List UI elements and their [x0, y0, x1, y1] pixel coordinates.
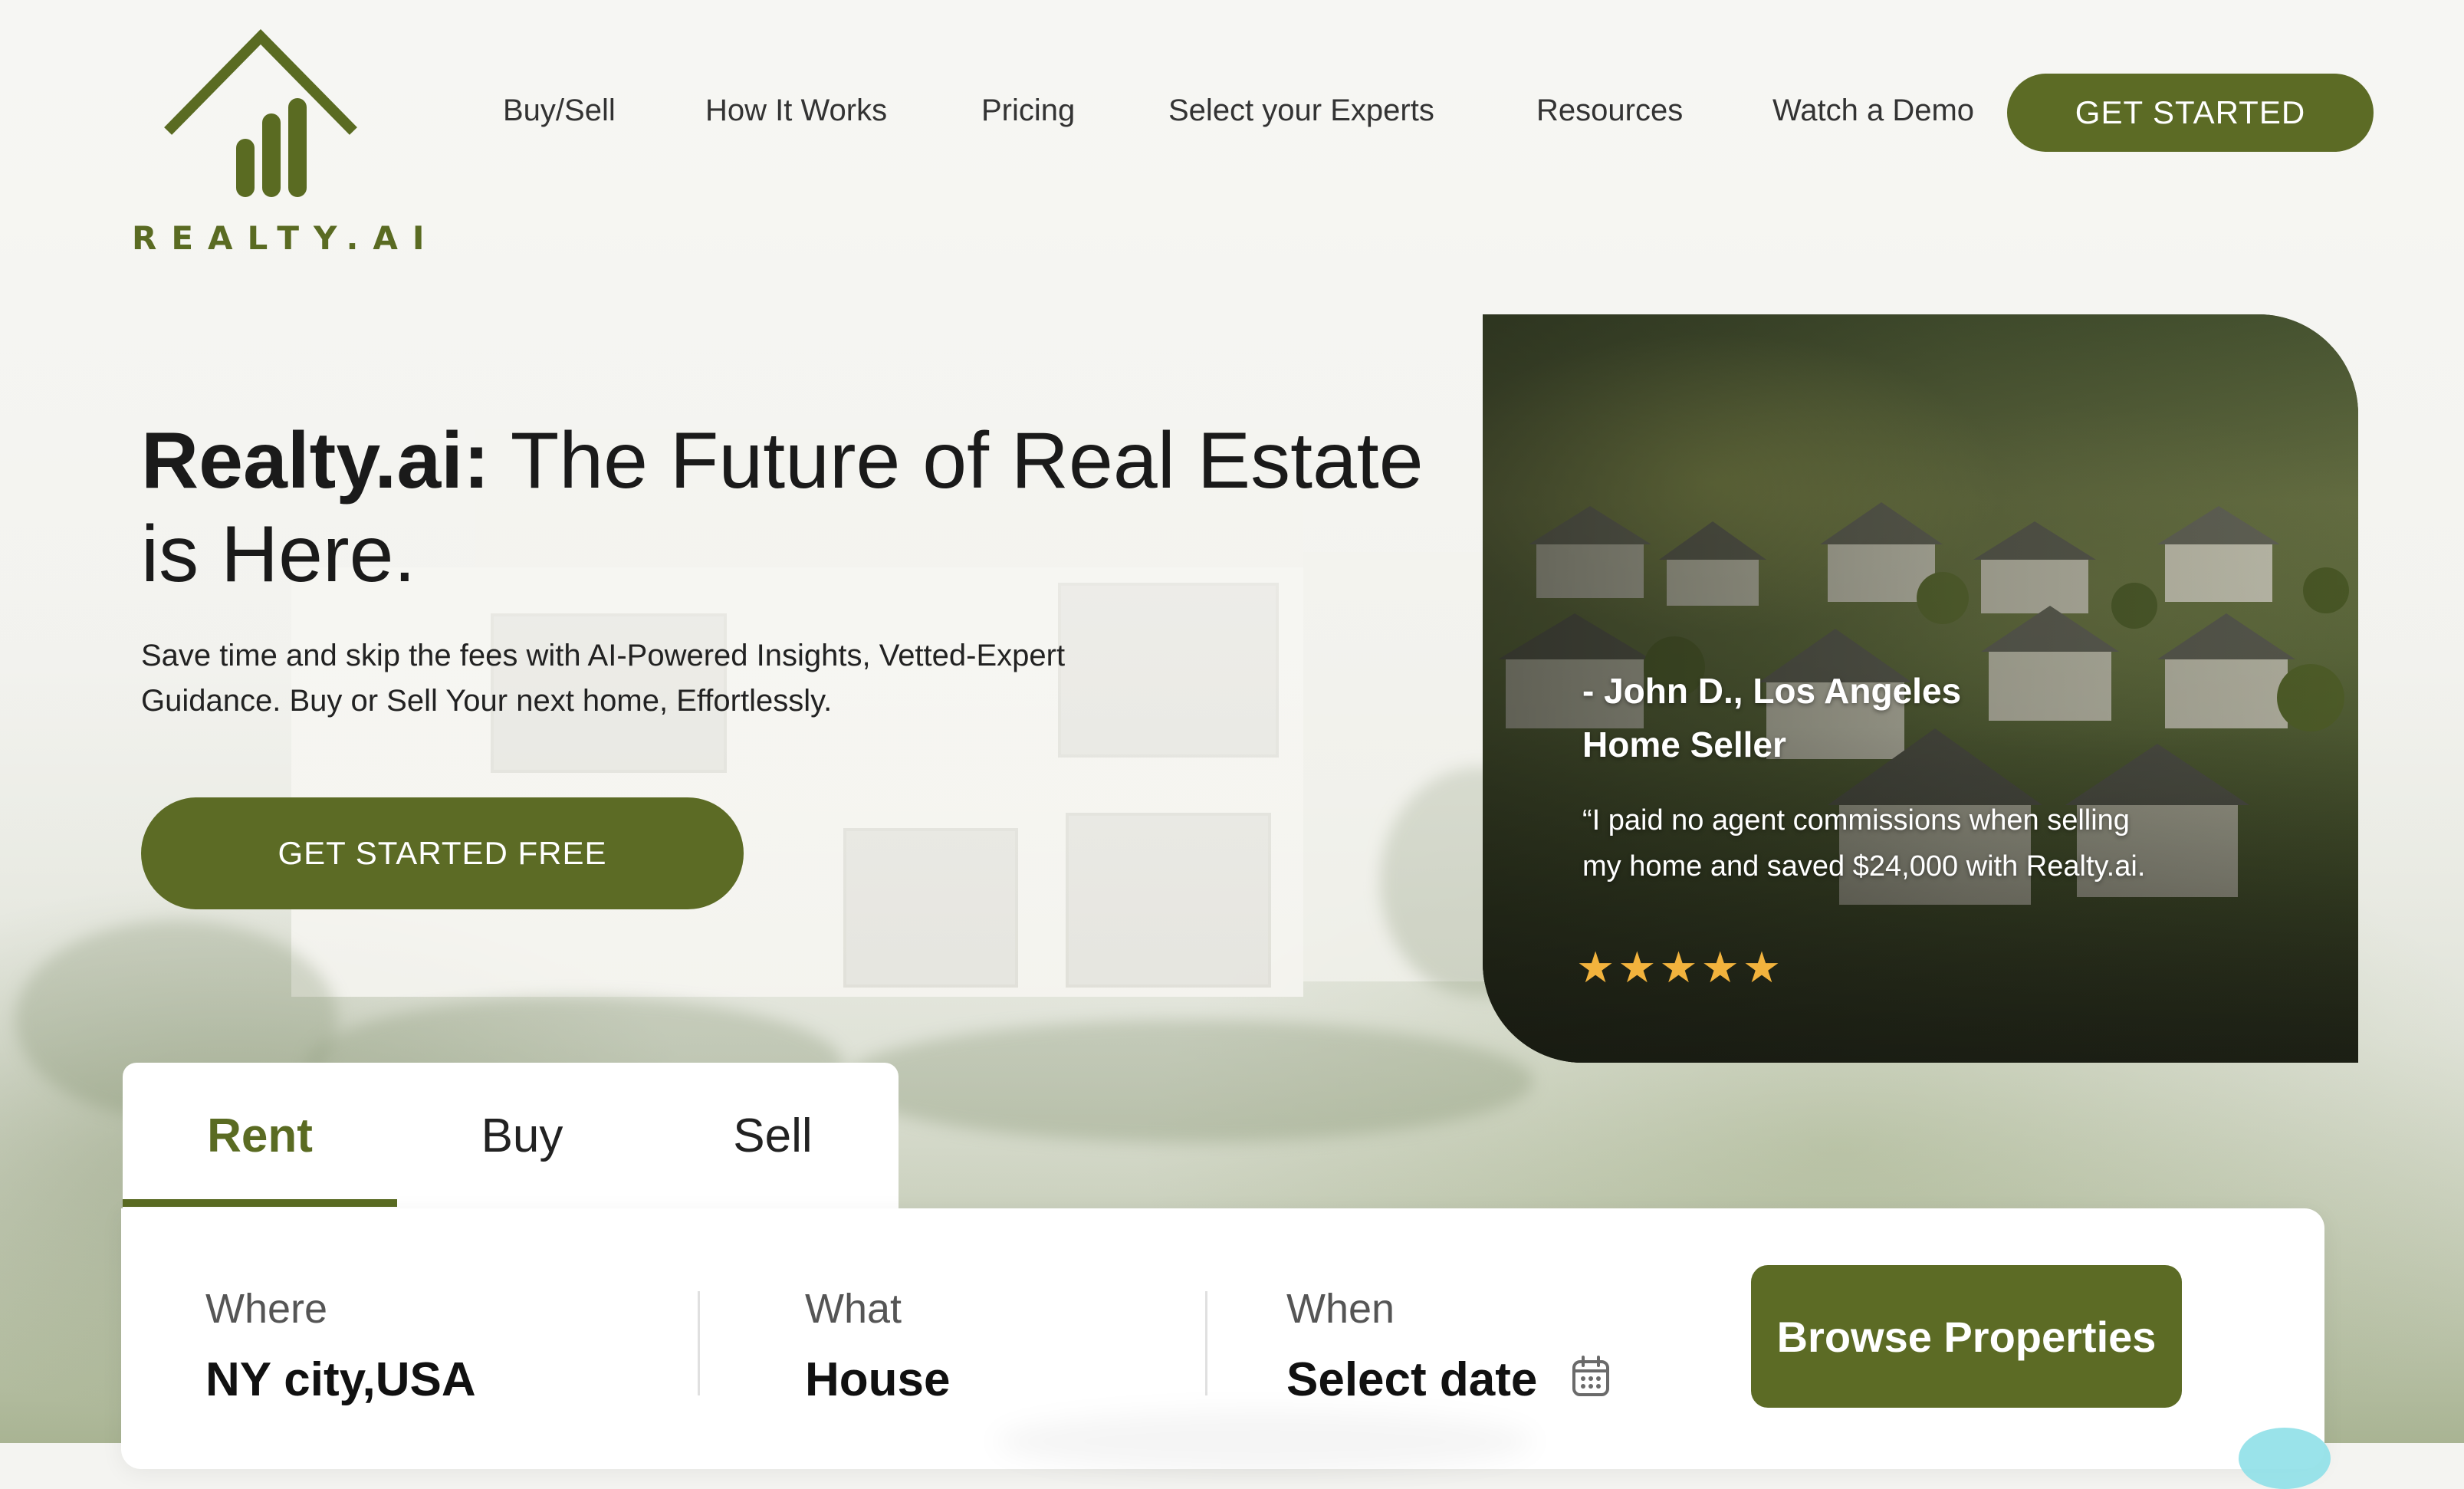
- when-label: When: [1286, 1286, 1395, 1332]
- testimonial-card: - John D., Los Angeles Home Seller “I pa…: [1483, 314, 2358, 1063]
- house-bars-logo-icon: [164, 29, 357, 197]
- what-label: What: [805, 1286, 902, 1332]
- active-tab-indicator: [123, 1199, 397, 1207]
- chat-widget-edge[interactable]: [2239, 1428, 2331, 1489]
- when-value[interactable]: Select date: [1286, 1353, 1537, 1407]
- field-divider: [698, 1291, 700, 1395]
- field-divider: [1205, 1291, 1207, 1395]
- get-started-button[interactable]: GET STARTED: [2007, 74, 2374, 152]
- nav-pricing[interactable]: Pricing: [981, 94, 1075, 128]
- nav-resources[interactable]: Resources: [1536, 94, 1683, 128]
- hero-title: Realty.ai: The Future of Real Estate is …: [141, 414, 1475, 601]
- where-value[interactable]: NY city,USA: [205, 1353, 476, 1407]
- testimonial-author-block: - John D., Los Angeles Home Seller: [1582, 664, 1961, 771]
- brand-logo[interactable]: REALTY.AI: [123, 28, 425, 265]
- star-rating: ★★★★★: [1576, 943, 1785, 993]
- browse-properties-button[interactable]: Browse Properties: [1751, 1265, 2182, 1408]
- logo-wordmark: REALTY.AI: [132, 219, 439, 257]
- tab-sell[interactable]: Sell: [647, 1063, 899, 1208]
- bottom-shadow: [997, 1411, 1533, 1472]
- search-tabs: Rent Buy Sell: [123, 1063, 899, 1211]
- hero-title-brand: Realty.ai:: [141, 416, 490, 505]
- where-label: Where: [205, 1286, 328, 1332]
- get-started-free-button[interactable]: GET STARTED FREE: [141, 797, 744, 909]
- nav-watch-demo[interactable]: Watch a Demo: [1772, 94, 1974, 128]
- nav-buy-sell[interactable]: Buy/Sell: [503, 94, 616, 128]
- nav-select-experts[interactable]: Select your Experts: [1168, 94, 1434, 128]
- nav-how-it-works[interactable]: How It Works: [705, 94, 887, 128]
- testimonial-quote: “I paid no agent commissions when sellin…: [1582, 804, 2146, 883]
- testimonial-role: Home Seller: [1582, 725, 1786, 764]
- testimonial-author: - John D., Los Angeles: [1582, 671, 1962, 711]
- tab-rent[interactable]: Rent: [123, 1063, 397, 1208]
- tab-buy[interactable]: Buy: [397, 1063, 647, 1208]
- what-value[interactable]: House: [805, 1353, 950, 1407]
- hero-subtitle: Save time and skip the fees with AI-Powe…: [141, 639, 1066, 718]
- calendar-icon[interactable]: [1572, 1356, 1610, 1397]
